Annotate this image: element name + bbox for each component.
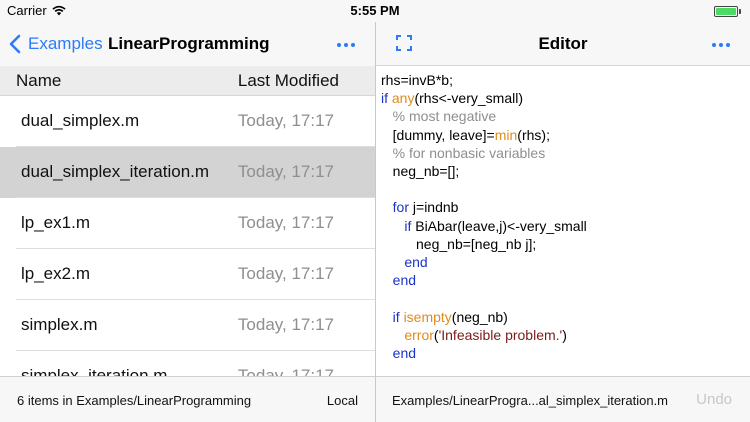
file-modified-date: Today, 17:17 [237, 264, 334, 283]
code-line: neg_nb=[]; [381, 163, 460, 181]
ellipsis-icon [351, 43, 355, 47]
clock: 5:55 PM [350, 3, 400, 18]
code-token: error [381, 326, 434, 343]
name-column-header[interactable]: Name [16, 71, 61, 91]
file-name: dual_simplex_iteration.m [21, 162, 210, 181]
code-token: if [381, 217, 416, 234]
editor-nav-bar: Editor [376, 22, 750, 66]
file-row[interactable]: dual_simplex.m Today, 17:17 [0, 96, 375, 147]
code-token: end [381, 345, 417, 361]
code-token: ) [562, 326, 567, 343]
ellipsis-icon [344, 43, 348, 47]
editor-pane: Editor rhs=invB*b; if any(rhs<-very_small… [376, 22, 750, 422]
ellipsis-icon [337, 43, 341, 47]
code-line: rhs=invB*b; [381, 72, 453, 90]
location-button[interactable]: Local [327, 393, 358, 408]
code-token: end [381, 254, 428, 270]
more-options-button[interactable] [337, 43, 355, 47]
code-token: BiAbar(leave,j)<-very_small [415, 217, 587, 234]
column-header: Name Last Modified [0, 66, 375, 96]
code-token: 'Infeasible problem.' [438, 326, 563, 343]
code-line: error('Infeasible problem.') [381, 327, 567, 345]
battery-icon [714, 6, 738, 17]
code-editor[interactable]: rhs=invB*b; if any(rhs<-very_small) % mos… [376, 66, 750, 376]
undo-button[interactable]: Undo [696, 391, 732, 408]
file-name: dual_simplex.m [21, 111, 140, 130]
folder-title: LinearProgramming [108, 34, 270, 53]
file-row[interactable]: lp_ex1.m Today, 17:17 [0, 198, 375, 249]
file-name: lp_ex2.m [21, 264, 90, 283]
editor-more-options-button[interactable] [712, 43, 730, 47]
code-token: isempty [403, 308, 452, 325]
code-token: for [381, 199, 413, 216]
code-token: if [381, 90, 392, 107]
status-bar: Carrier 5:55 PM [0, 0, 750, 22]
code-token: % most negative [381, 108, 497, 125]
file-modified-date: Today, 17:17 [237, 111, 334, 130]
code-token: end [381, 272, 417, 289]
ellipsis-icon [719, 43, 723, 47]
file-browser-pane: Examples LinearProgramming Name Last Mod… [0, 22, 375, 422]
editor-title: Editor [538, 34, 588, 53]
file-browser-nav-bar: Examples LinearProgramming [0, 22, 375, 66]
battery-tip [739, 9, 741, 14]
code-line: end [381, 345, 416, 363]
code-token: (rhs); [517, 126, 550, 143]
code-token: % for nonbasic variables [381, 144, 546, 161]
file-browser-toolbar: 6 items in Examples/LinearProgramming Lo… [0, 376, 375, 422]
back-chevron-icon[interactable] [8, 34, 22, 54]
back-button[interactable]: Examples [28, 34, 103, 54]
file-name: simplex_iteration.m [21, 366, 168, 376]
code-line: % for nonbasic variables [381, 144, 546, 163]
ellipsis-icon [726, 43, 730, 47]
file-row[interactable]: simplex.m Today, 17:17 [0, 300, 375, 351]
code-line: if isempty(neg_nb) [381, 309, 508, 327]
code-line: if BiAbar(leave,j)<-very_small [381, 217, 587, 236]
code-line: % most negative [381, 108, 497, 126]
code-line: end [381, 254, 428, 272]
file-modified-date: Today, 17:17 [237, 315, 334, 334]
code-line: [dummy, leave]=min(rhs); [381, 127, 550, 145]
file-name: simplex.m [21, 315, 98, 334]
code-line: end [381, 272, 416, 290]
ellipsis-icon [712, 43, 716, 47]
code-token: [dummy, leave]= [381, 126, 495, 143]
code-line: if any(rhs<-very_small) [381, 90, 523, 108]
code-line: neg_nb=[neg_nb j]; [381, 236, 536, 254]
code-token: j=indnb [412, 199, 459, 216]
file-modified-date: Today, 17:17 [237, 213, 334, 232]
code-token: neg_nb=[neg_nb j]; [381, 235, 537, 252]
code-token: if [381, 308, 404, 325]
file-row[interactable]: lp_ex2.m Today, 17:17 [0, 249, 375, 300]
code-token: rhs=invB*b; [381, 72, 453, 88]
code-token: neg_nb=[]; [381, 163, 460, 179]
code-token: (neg_nb) [451, 308, 508, 325]
editor-toolbar: Examples/LinearProgra...al_simplex_itera… [376, 376, 750, 422]
file-name: lp_ex1.m [21, 213, 90, 232]
code-token: any [391, 90, 415, 107]
file-path-label: Examples/LinearProgra...al_simplex_itera… [392, 393, 669, 408]
code-token: (rhs<-very_small) [414, 90, 523, 107]
last-modified-column-header[interactable]: Last Modified [238, 71, 339, 91]
code-line: for j=indnb [381, 199, 459, 217]
file-modified-date: Today, 17:17 [237, 162, 334, 181]
file-modified-date: Today, 17:17 [237, 366, 334, 376]
file-row[interactable]: simplex_iteration.m Today, 17:17 [0, 351, 375, 376]
item-count-label: 6 items in Examples/LinearProgramming [17, 393, 252, 408]
file-list: dual_simplex.m Today, 17:17 dual_simplex_i… [0, 96, 375, 376]
code-token: min [494, 126, 518, 143]
file-row[interactable]: dual_simplex_iteration.m Today, 17:17 [0, 147, 375, 198]
